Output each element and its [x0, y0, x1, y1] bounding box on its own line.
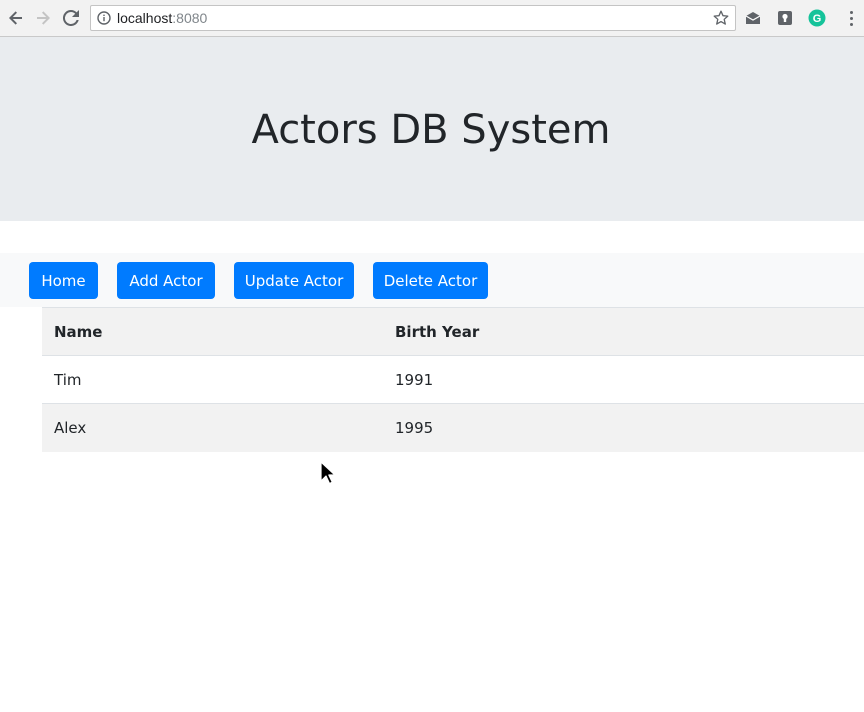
- action-bar: Home Add Actor Update Actor Delete Actor: [0, 253, 864, 307]
- url-port: :8080: [172, 10, 208, 26]
- column-header-birth-year: Birth Year: [383, 307, 864, 356]
- url-text: localhost:8080: [117, 10, 207, 26]
- cell-name: Alex: [42, 403, 383, 452]
- table-row: Alex 1995: [42, 403, 864, 452]
- browser-toolbar: localhost:8080 G: [0, 0, 864, 37]
- info-icon[interactable]: [97, 11, 111, 25]
- actors-table-container: Name Birth Year Tim 1991 Alex 1995: [42, 307, 864, 452]
- cell-birth-year: 1995: [383, 403, 864, 452]
- mail-extension-icon[interactable]: [744, 9, 762, 27]
- menu-dots-icon[interactable]: [846, 9, 856, 27]
- cell-birth-year: 1991: [383, 355, 864, 404]
- keep-extension-icon[interactable]: [776, 9, 794, 27]
- address-bar[interactable]: localhost:8080: [90, 5, 736, 31]
- svg-text:G: G: [813, 13, 822, 25]
- header-jumbotron: Actors DB System: [0, 37, 864, 221]
- forward-arrow-icon[interactable]: [32, 7, 54, 29]
- cell-name: Tim: [42, 355, 383, 404]
- delete-actor-button[interactable]: Delete Actor: [373, 262, 488, 299]
- grammarly-icon[interactable]: G: [808, 9, 826, 27]
- home-button[interactable]: Home: [29, 262, 98, 299]
- add-actor-button[interactable]: Add Actor: [117, 262, 215, 299]
- actors-table: Name Birth Year Tim 1991 Alex 1995: [42, 307, 864, 452]
- column-header-name: Name: [42, 307, 383, 356]
- table-header-row: Name Birth Year: [42, 307, 864, 356]
- update-actor-button[interactable]: Update Actor: [234, 262, 354, 299]
- page-title: Actors DB System: [251, 107, 611, 153]
- reload-icon[interactable]: [60, 7, 82, 29]
- table-row: Tim 1991: [42, 355, 864, 404]
- url-host: localhost: [117, 10, 173, 26]
- mouse-cursor-icon: [320, 461, 336, 485]
- back-arrow-icon[interactable]: [5, 7, 27, 29]
- star-icon[interactable]: [712, 9, 730, 27]
